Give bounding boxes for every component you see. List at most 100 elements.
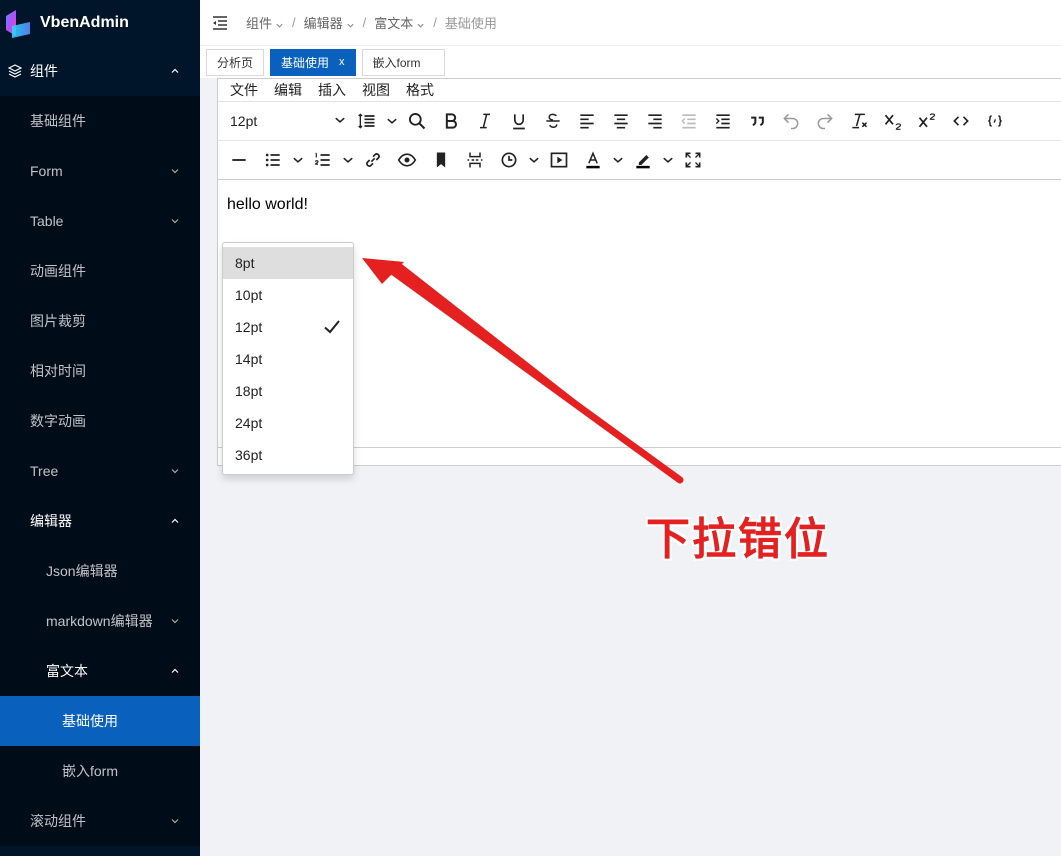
- sidebar-item-relative-time[interactable]: 相对时间: [0, 346, 200, 396]
- sidebar-item-editor[interactable]: 编辑器: [0, 496, 200, 546]
- font-size-value: 12pt: [230, 113, 258, 129]
- option-label: 24pt: [235, 415, 263, 431]
- search-icon[interactable]: [400, 104, 434, 138]
- align-left-icon[interactable]: [570, 104, 604, 138]
- option-label: 12pt: [235, 319, 263, 335]
- line-height-icon[interactable]: [350, 104, 384, 138]
- logo[interactable]: VbenAdmin: [0, 0, 200, 46]
- sidebar-item-label: 富文本: [46, 663, 88, 679]
- tab-label: 嵌入form: [372, 55, 421, 70]
- font-size-select[interactable]: 12pt: [230, 113, 350, 129]
- sidebar-item-table[interactable]: Table: [0, 196, 200, 246]
- sidebar-item-label: 图片裁剪: [30, 313, 86, 329]
- chevron-down-icon[interactable]: [340, 143, 356, 177]
- subscript-icon[interactable]: [876, 104, 910, 138]
- sidebar-item-label: Json编辑器: [46, 563, 118, 579]
- tab-bar: 分析页 基础使用 x 嵌入form: [200, 46, 1061, 78]
- font-size-option[interactable]: 36pt: [223, 439, 353, 471]
- sidebar-item-json-editor[interactable]: Json编辑器: [0, 546, 200, 596]
- align-right-icon[interactable]: [638, 104, 672, 138]
- close-icon[interactable]: x: [339, 56, 345, 68]
- chevron-down-icon: [416, 18, 425, 28]
- sidebar-group-components[interactable]: 组件: [0, 46, 200, 96]
- indent-icon[interactable]: [706, 104, 740, 138]
- superscript-icon[interactable]: [910, 104, 944, 138]
- menu-format[interactable]: 格式: [406, 80, 434, 100]
- sidebar-item-animation[interactable]: 动画组件: [0, 246, 200, 296]
- option-label: 18pt: [235, 383, 263, 399]
- sidebar-item-label: 数字动画: [30, 413, 86, 429]
- tab-analysis[interactable]: 分析页: [206, 48, 265, 76]
- sidebar-item-rich-text[interactable]: 富文本: [0, 646, 200, 696]
- code-block-icon[interactable]: [978, 104, 1012, 138]
- page-break-icon[interactable]: [458, 143, 492, 177]
- sidebar-item-tree[interactable]: Tree: [0, 446, 200, 496]
- link-icon[interactable]: [356, 143, 390, 177]
- numbered-list-icon[interactable]: [306, 143, 340, 177]
- option-label: 36pt: [235, 447, 263, 463]
- media-icon[interactable]: [542, 143, 576, 177]
- font-size-option[interactable]: 14pt: [223, 343, 353, 375]
- sidebar-item-form[interactable]: Form: [0, 146, 200, 196]
- editor-menubar: 文件 编辑 插入 视图 格式: [218, 79, 1061, 101]
- text-color-icon[interactable]: [576, 143, 610, 177]
- sidebar-item-cropper[interactable]: 图片裁剪: [0, 296, 200, 346]
- bookmark-icon[interactable]: [424, 143, 458, 177]
- menu-view[interactable]: 视图: [362, 80, 390, 100]
- sidebar-item-basic-components[interactable]: 基础组件: [0, 96, 200, 146]
- strikethrough-icon[interactable]: [536, 104, 570, 138]
- tab-label: 分析页: [217, 55, 254, 70]
- menu-fold-icon[interactable]: [212, 15, 228, 30]
- tab-label: 基础使用: [281, 55, 330, 70]
- code-icon[interactable]: [944, 104, 978, 138]
- sidebar: VbenAdmin 组件 基础组件 Form Table 动画组件 图片裁剪 相…: [0, 0, 200, 856]
- clock-icon[interactable]: [492, 143, 526, 177]
- breadcrumb-item[interactable]: 富文本: [374, 13, 413, 32]
- sidebar-item-scroll[interactable]: 滚动组件: [0, 796, 200, 846]
- italic-icon[interactable]: [468, 104, 502, 138]
- breadcrumb-item[interactable]: 编辑器: [304, 13, 343, 32]
- align-center-icon[interactable]: [604, 104, 638, 138]
- font-size-option[interactable]: 24pt: [223, 407, 353, 439]
- clear-format-icon[interactable]: [842, 104, 876, 138]
- blockquote-icon[interactable]: [740, 104, 774, 138]
- sidebar-item-label: Tree: [30, 463, 59, 479]
- tab-basic-usage[interactable]: 基础使用 x: [270, 48, 356, 76]
- tab-embed-form[interactable]: 嵌入form: [361, 48, 445, 76]
- sidebar-item-count-to[interactable]: 数字动画: [0, 396, 200, 446]
- breadcrumb-current: 基础使用: [444, 16, 497, 31]
- header: 组件 / 编辑器 / 富文本 / 基础使用: [200, 0, 1061, 46]
- chevron-down-icon[interactable]: [384, 104, 400, 138]
- outdent-icon[interactable]: [672, 104, 706, 138]
- chevron-down-icon[interactable]: [660, 143, 676, 177]
- undo-icon[interactable]: [774, 104, 808, 138]
- chevron-down-icon: [170, 816, 180, 826]
- font-size-option[interactable]: 18pt: [223, 375, 353, 407]
- menu-edit[interactable]: 编辑: [274, 80, 302, 100]
- breadcrumb-item[interactable]: 组件: [246, 13, 272, 32]
- chevron-up-icon: [170, 666, 180, 676]
- bold-icon[interactable]: [434, 104, 468, 138]
- preview-eye-icon[interactable]: [390, 143, 424, 177]
- chevron-down-icon[interactable]: [610, 143, 626, 177]
- menu-file[interactable]: 文件: [230, 80, 258, 100]
- redo-icon[interactable]: [808, 104, 842, 138]
- breadcrumb-separator: /: [292, 15, 296, 30]
- menu-insert[interactable]: 插入: [318, 80, 346, 100]
- chevron-down-icon: [346, 18, 355, 28]
- sidebar-item-basic-usage[interactable]: 基础使用: [0, 696, 200, 746]
- underline-icon[interactable]: [502, 104, 536, 138]
- content-paragraph: hello world!: [227, 196, 308, 213]
- bullet-list-icon[interactable]: [256, 143, 290, 177]
- sidebar-item-markdown-editor[interactable]: markdown编辑器: [0, 596, 200, 646]
- font-size-option[interactable]: 10pt: [223, 279, 353, 311]
- sidebar-item-embed-form[interactable]: 嵌入form: [0, 746, 200, 796]
- highlight-color-icon[interactable]: [626, 143, 660, 177]
- horizontal-line-icon[interactable]: [222, 143, 256, 177]
- chevron-down-icon[interactable]: [526, 143, 542, 177]
- font-size-option[interactable]: 12pt: [223, 311, 353, 343]
- font-size-option[interactable]: 8pt: [223, 247, 353, 279]
- chevron-down-icon: [334, 113, 346, 129]
- chevron-down-icon[interactable]: [290, 143, 306, 177]
- fullscreen-icon[interactable]: [676, 143, 710, 177]
